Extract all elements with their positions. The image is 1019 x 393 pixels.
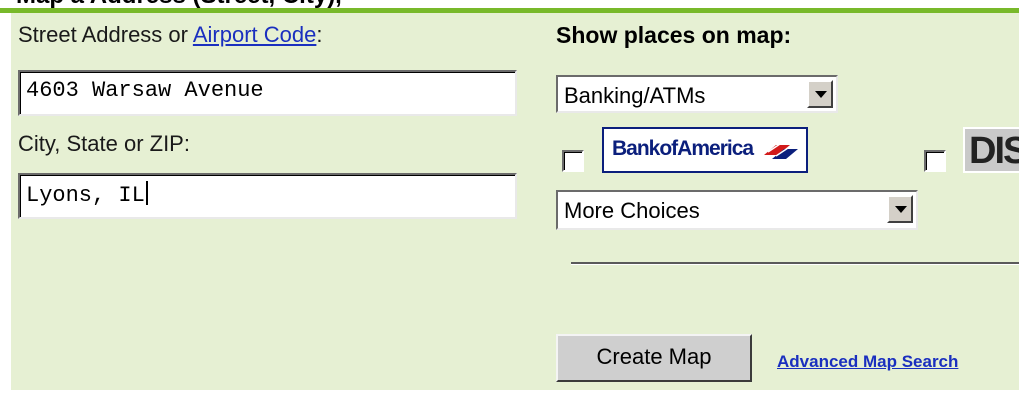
street-address-label: Street Address or Airport Code: [18, 22, 323, 48]
city-state-zip-label: City, State or ZIP: [18, 131, 190, 156]
place-category-value: Banking/ATMs [564, 83, 706, 108]
airport-code-link[interactable]: Airport Code [193, 22, 317, 47]
bank-of-america-logo-text: BankofAmerica [612, 137, 754, 160]
city-state-zip-input[interactable]: Lyons, IL [18, 173, 517, 219]
bank-of-america-logo: BankofAmerica [602, 127, 808, 173]
discover-logo: DIS [963, 127, 1019, 173]
bank-of-america-flag-icon [764, 143, 798, 159]
street-address-input[interactable]: 4603 Warsaw Avenue [18, 70, 517, 116]
advanced-map-search-link[interactable]: Advanced Map Search [777, 352, 958, 372]
discover-logo-text: DIS [969, 130, 1019, 172]
more-choices-select[interactable]: More Choices [556, 190, 918, 230]
text-caret [145, 181, 148, 205]
create-map-button[interactable]: Create Map [556, 334, 752, 382]
bank-of-america-checkbox[interactable] [562, 150, 584, 172]
city-state-zip-value: Lyons, IL [26, 183, 145, 208]
chevron-down-icon[interactable] [887, 195, 913, 223]
street-label-text: Street Address or [18, 22, 193, 47]
more-choices-value: More Choices [564, 198, 700, 223]
place-category-select[interactable]: Banking/ATMs [556, 75, 838, 113]
street-label-colon: : [316, 22, 323, 47]
show-places-heading: Show places on map: [556, 22, 792, 48]
section-divider [571, 262, 1019, 265]
chevron-down-icon[interactable] [807, 80, 833, 108]
street-address-value: 4603 Warsaw Avenue [26, 78, 264, 103]
discover-checkbox[interactable] [924, 150, 946, 172]
